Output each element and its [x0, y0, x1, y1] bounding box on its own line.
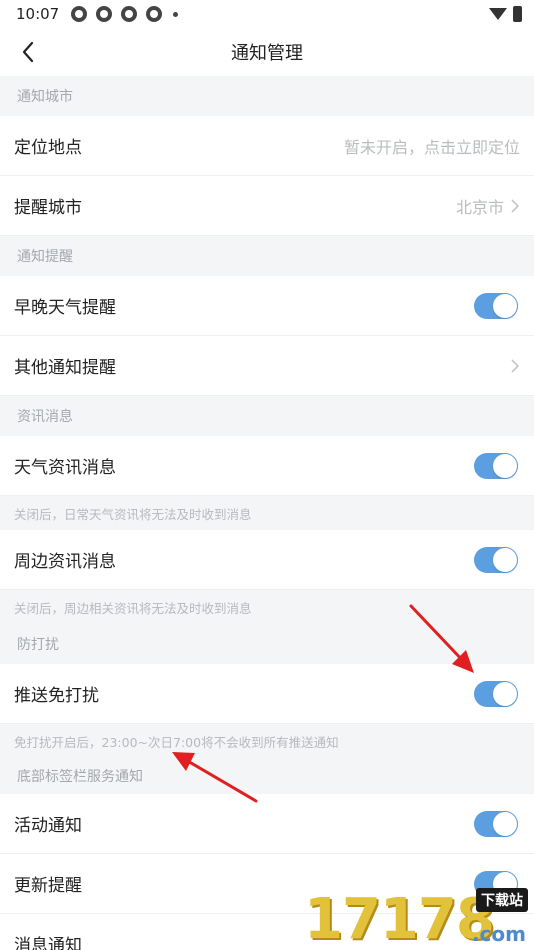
- morning-evening-toggle[interactable]: [474, 292, 518, 319]
- activity-toggle[interactable]: [474, 810, 518, 837]
- status-bar: 10:07: [0, 0, 534, 28]
- remind-city-label: 提醒城市: [14, 198, 82, 218]
- morning-evening-row: 早晚天气提醒: [0, 276, 534, 336]
- more-notifications-dot-icon: [173, 11, 179, 17]
- other-remind-label: 其他通知提醒: [14, 358, 116, 378]
- watermark-digits: 17178: [304, 887, 495, 950]
- location-row[interactable]: 定位地点 暂未开启，点击立即定位: [0, 116, 534, 176]
- watermark-suffix: .com: [471, 922, 526, 946]
- notification-icon: [121, 6, 138, 22]
- battery-icon: [513, 6, 522, 22]
- section-header-bottom-tab: 底部标签栏服务通知: [0, 758, 534, 794]
- section-header-remind: 通知提醒: [0, 236, 534, 276]
- back-button[interactable]: [10, 28, 46, 76]
- wifi-icon: [489, 8, 507, 20]
- section-header-dnd: 防打扰: [0, 624, 534, 664]
- section-header-news: 资讯消息: [0, 396, 534, 436]
- weather-news-label: 天气资讯消息: [14, 458, 116, 478]
- message-label: 消息通知: [14, 936, 82, 950]
- push-dnd-label: 推送免打扰: [14, 686, 99, 706]
- notification-icon: [96, 6, 113, 22]
- nearby-news-row: 周边资讯消息: [0, 530, 534, 590]
- chevron-left-icon: [22, 41, 34, 63]
- notification-icon: [71, 6, 88, 22]
- update-label: 更新提醒: [14, 876, 82, 896]
- chevron-right-icon: [511, 358, 520, 373]
- nearby-news-toggle[interactable]: [474, 546, 518, 573]
- activity-label: 活动通知: [14, 816, 82, 836]
- status-time: 10:07: [16, 5, 60, 23]
- notification-icon: [146, 6, 163, 22]
- push-dnd-hint: 免打扰开启后，23:00~次日7:00将不会收到所有推送通知: [0, 724, 534, 758]
- nav-bar: 通知管理: [0, 28, 534, 76]
- location-label: 定位地点: [14, 138, 82, 158]
- section-header-city: 通知城市: [0, 76, 534, 116]
- other-remind-row[interactable]: 其他通知提醒: [0, 336, 534, 396]
- weather-news-hint: 关闭后，日常天气资讯将无法及时收到消息: [0, 496, 534, 530]
- remind-city-value: 北京市: [455, 197, 504, 217]
- watermark-badge: 下载站: [476, 888, 528, 912]
- nearby-news-label: 周边资讯消息: [14, 552, 116, 572]
- location-value[interactable]: 暂未开启，点击立即定位: [344, 134, 520, 158]
- nearby-news-hint: 关闭后，周边相关资讯将无法及时收到消息: [0, 590, 534, 624]
- remind-city-row[interactable]: 提醒城市 北京市: [0, 176, 534, 236]
- push-dnd-row: 推送免打扰: [0, 664, 534, 724]
- weather-news-toggle[interactable]: [474, 452, 518, 479]
- chevron-right-icon: [511, 198, 520, 213]
- push-dnd-toggle[interactable]: [474, 680, 518, 707]
- weather-news-row: 天气资讯消息: [0, 436, 534, 496]
- morning-evening-label: 早晚天气提醒: [14, 298, 116, 318]
- page-title: 通知管理: [231, 43, 303, 64]
- activity-row: 活动通知: [0, 794, 534, 854]
- site-watermark: 17178 下载站 .com: [304, 888, 530, 950]
